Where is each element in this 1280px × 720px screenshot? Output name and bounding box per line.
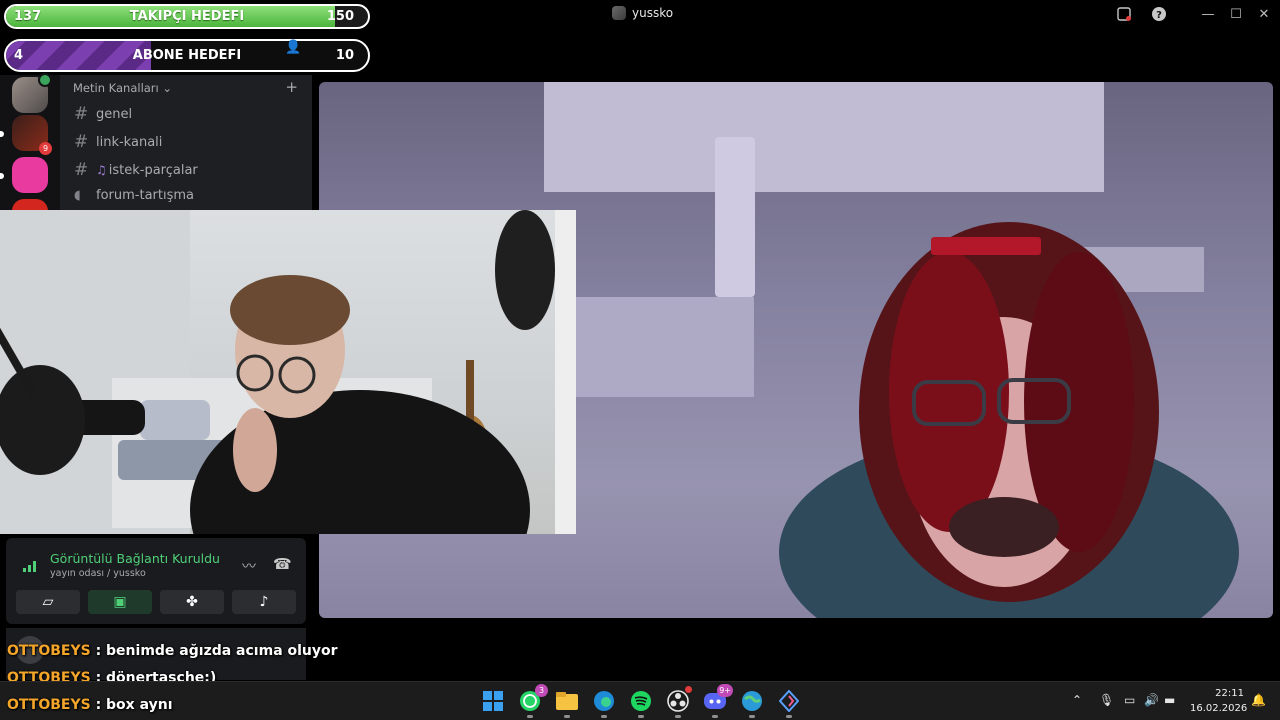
noise-suppression-icon[interactable]: 〰: [242, 556, 256, 576]
follower-goal-bar: 137 TAKIPÇI HEDEFI 150: [4, 4, 370, 29]
system-clock[interactable]: 22:11 16.02.2026: [1190, 686, 1248, 716]
close-icon[interactable]: ✕: [1254, 4, 1274, 24]
microphone-icon[interactable]: 🎙: [1099, 693, 1114, 707]
notification-bell-icon[interactable]: 🔔: [1251, 693, 1266, 707]
channel-label: link-kanali: [96, 134, 163, 150]
unread-pill: [0, 131, 4, 137]
recording-dot: [685, 686, 692, 693]
channel-istek-parcalar[interactable]: # ♫ istek-parçalar: [74, 160, 198, 180]
pip-video-image: [0, 210, 576, 534]
discord-badge: 9+: [717, 684, 733, 697]
running-indicator: [638, 715, 644, 718]
follower-goal-label: TAKIPÇI HEDEFI: [129, 9, 245, 24]
channel-link-kanali[interactable]: # link-kanali: [74, 132, 162, 152]
window-title: yussko: [612, 6, 673, 20]
voice-room[interactable]: yayın odası / yussko: [50, 568, 146, 579]
unread-pill: [0, 173, 4, 179]
clock-date: 16.02.2026: [1190, 703, 1248, 714]
spotify-icon[interactable]: [629, 689, 653, 718]
screen-share-icon: ▣: [113, 594, 127, 610]
activities-icon: ✤: [186, 594, 198, 610]
running-indicator: [712, 715, 718, 718]
voice-panel: Görüntülü Bağlantı Kuruldu yayın odası /…: [6, 538, 306, 624]
subscriber-target: 10: [335, 48, 354, 63]
subscriber-goal-bar: 4 ABONE HEDEFI 10: [4, 39, 370, 72]
volume-icon[interactable]: 🔊: [1144, 693, 1159, 707]
chevron-down-icon: ⌄: [162, 81, 173, 95]
battery-icon[interactable]: ▬: [1164, 693, 1175, 707]
running-indicator: [749, 715, 755, 718]
server-badge: 9: [39, 142, 52, 155]
title-avatar: [612, 6, 626, 20]
channel-label: genel: [96, 106, 133, 122]
disconnect-icon[interactable]: ☎: [273, 555, 292, 573]
camera-off-icon: ▱: [42, 594, 54, 610]
camera-off-button[interactable]: ▱: [16, 590, 80, 614]
channel-forum-tartisma[interactable]: ◖ forum-tartışma: [74, 188, 194, 203]
channel-list: Metin Kanalları ⌄ + # genel # link-kanal…: [60, 75, 312, 210]
subscriber-goal-label: ABONE HEDEFI: [132, 48, 242, 63]
server-icon-2[interactable]: 9: [12, 115, 52, 155]
discord-icon[interactable]: 9+: [703, 684, 733, 718]
network-icon[interactable]: ▭: [1124, 693, 1135, 707]
inbox-icon[interactable]: [1114, 4, 1134, 24]
server-icon-1[interactable]: [12, 73, 52, 113]
category-header[interactable]: Metin Kanalları ⌄: [73, 81, 172, 95]
clock-time: 22:11: [1215, 688, 1244, 699]
taskbar: 3 9+ ⌃ 🎙 ▭ 🔊 ▬ 22:11 16.02.2026 🔔: [0, 681, 1280, 720]
maximize-icon[interactable]: ☐: [1226, 4, 1246, 24]
chat-message: OTTOBEYS : box aynı: [7, 697, 173, 713]
voice-status: Görüntülü Bağlantı Kuruldu: [50, 551, 220, 566]
chat-message: OTTOBEYS : benimde ağızda acıma oluyor: [7, 643, 338, 659]
channel-label: forum-tartışma: [96, 188, 194, 203]
soundboard-button[interactable]: ♪: [232, 590, 296, 614]
chat-username: OTTOBEYS: [7, 697, 91, 713]
window-title-text: yussko: [632, 6, 674, 20]
hash-icon: #: [74, 160, 89, 180]
running-indicator: [786, 715, 792, 718]
minimize-icon[interactable]: —: [1198, 4, 1218, 24]
forum-icon: ◖: [74, 188, 81, 203]
server-list: 9: [0, 73, 60, 211]
running-indicator: [527, 715, 533, 718]
whatsapp-icon[interactable]: 3: [518, 684, 548, 718]
chevron-up-icon[interactable]: ⌃: [1072, 693, 1082, 707]
channel-label: istek-parçalar: [108, 162, 198, 178]
add-channel-icon[interactable]: +: [285, 78, 298, 96]
follower-target: 150: [326, 9, 354, 24]
windows-start-icon[interactable]: [481, 689, 505, 713]
chat-text: : benimde ağızda acıma oluyor: [95, 643, 338, 659]
signal-icon: [22, 558, 38, 577]
music-note-icon: ♫: [96, 163, 107, 177]
pip-video-feed[interactable]: [0, 210, 576, 534]
hash-icon: #: [74, 132, 89, 152]
edge-icon[interactable]: [592, 689, 616, 718]
room-name: yayın odası: [50, 568, 104, 579]
chat-username: OTTOBEYS: [7, 643, 91, 659]
dev-app-icon[interactable]: [777, 689, 801, 718]
chat-text: : box aynı: [95, 697, 173, 713]
channel-genel[interactable]: # genel: [74, 104, 132, 124]
room-user: / yussko: [107, 568, 146, 579]
screen-share-button[interactable]: ▣: [88, 590, 152, 614]
speaker-status-icon: [38, 73, 52, 87]
help-icon[interactable]: ?: [1149, 4, 1169, 24]
running-indicator: [675, 715, 681, 718]
whatsapp-badge: 3: [535, 684, 548, 697]
soundboard-icon: ♪: [259, 594, 269, 610]
file-explorer-icon[interactable]: [555, 689, 579, 718]
running-indicator: [601, 715, 607, 718]
screen: yussko ? — ☐ ✕ 9 Metin Kanalları ⌄ + # g…: [0, 0, 1280, 720]
obs-icon[interactable]: [666, 686, 692, 718]
running-indicator: [564, 715, 570, 718]
hash-icon: #: [74, 104, 89, 124]
category-label: Metin Kanalları: [73, 81, 159, 95]
server-icon-3[interactable]: [12, 157, 48, 193]
globe-app-icon[interactable]: [740, 689, 764, 718]
svg-text:?: ?: [1156, 10, 1162, 21]
activities-button[interactable]: ✤: [160, 590, 224, 614]
